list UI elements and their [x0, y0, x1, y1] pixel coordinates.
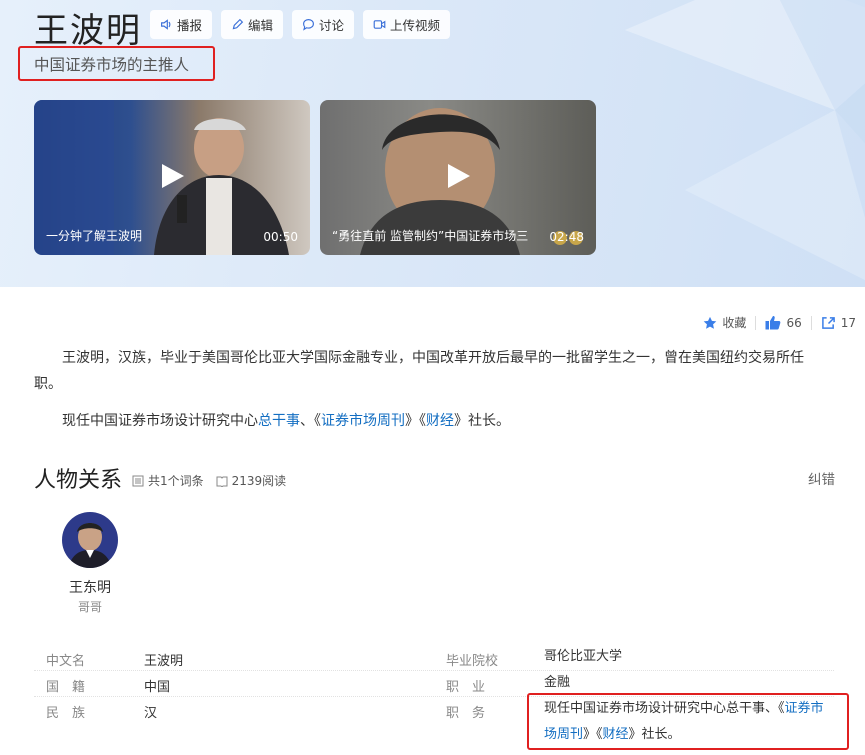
video-caption-1: 一分钟了解王波明 — [46, 229, 143, 243]
table-row: 中文名 王波明 毕业院校 哥伦比亚大学 — [34, 645, 834, 671]
broadcast-label: 播报 — [177, 18, 203, 33]
value-school-link[interactable]: 哥伦比亚大学 — [544, 644, 834, 670]
value-chinese-name: 王波明 — [144, 654, 184, 669]
edit-label: 编辑 — [248, 18, 274, 33]
like-button[interactable]: 66 — [765, 315, 802, 330]
section-meta: 共1个词条 2139阅读 — [132, 472, 286, 489]
read-count: 2139阅读 — [216, 472, 287, 489]
label-chinese-name: 中文名 — [46, 654, 86, 669]
avatar[interactable] — [62, 512, 118, 568]
favorite-button[interactable]: 收藏 — [703, 314, 746, 331]
discuss-label: 讨论 — [319, 18, 345, 33]
text-segment: 、《 — [300, 413, 321, 429]
video-card-1[interactable]: 一分钟了解王波明 00:50 — [34, 100, 310, 255]
link-securities-weekly[interactable]: 证券市场周刊 — [321, 413, 405, 429]
share-button[interactable]: 17 — [821, 316, 856, 330]
entry-count: 共1个词条 — [132, 472, 204, 489]
person-relation: 哥哥 — [77, 600, 102, 614]
divider — [810, 315, 812, 330]
position-highlight-box — [527, 693, 849, 750]
text-segment: 现任中国证券市场设计研究中心 — [62, 413, 258, 429]
page-title: 王波明 — [34, 11, 142, 51]
label-occupation: 职 业 — [446, 680, 486, 695]
text-segment: 》《 — [405, 413, 426, 429]
sound-icon — [161, 19, 171, 30]
discuss-button[interactable]: 讨论 — [292, 10, 355, 39]
share-count: 17 — [840, 315, 856, 330]
book-icon — [216, 476, 228, 487]
label-nationality: 国 籍 — [46, 680, 86, 695]
video-duration-2: 02:48 — [549, 230, 584, 244]
video-caption-2: “勇往直前 监管制约”中国证券市场三 — [332, 229, 529, 243]
play-icon — [448, 163, 470, 188]
label-ethnicity: 民 族 — [46, 706, 86, 721]
action-bar: 播报 编辑 讨论 上传视频 — [150, 10, 451, 39]
divider — [755, 315, 757, 330]
stats-bar: 收藏 66 17 — [703, 314, 856, 331]
like-count: 66 — [786, 315, 802, 330]
intro-paragraph-2: 现任中国证券市场设计研究中心总干事、《证券市场周刊》《财经》社长。 — [34, 408, 824, 434]
pencil-icon — [232, 18, 244, 30]
correct-error-link[interactable]: 纠错 — [808, 468, 835, 488]
share-icon — [821, 316, 835, 329]
section-title-relations: 人物关系 — [34, 468, 123, 493]
video-duration-1: 00:50 — [263, 230, 298, 244]
upload-video-button[interactable]: 上传视频 — [363, 10, 451, 39]
video-card-2[interactable]: “勇往直前 监管制约”中国证券市场三 02:48 — [320, 100, 596, 255]
label-school: 毕业院校 — [446, 654, 499, 669]
chat-icon — [303, 19, 314, 31]
entry-count-label: 共1个词条 — [148, 474, 204, 488]
broadcast-button[interactable]: 播报 — [150, 10, 213, 39]
link-caijing[interactable]: 财经 — [426, 413, 454, 429]
read-count-label: 2139阅读 — [231, 474, 287, 488]
intro-paragraph-1: 王波明，汉族，毕业于美国哥伦比亚大学国际金融专业，中国改革开放后最早的一批留学生… — [34, 350, 804, 392]
value-ethnicity: 汉 — [144, 706, 158, 721]
label-position: 职 务 — [446, 706, 486, 721]
play-icon — [162, 163, 184, 188]
edit-button[interactable]: 编辑 — [221, 10, 284, 39]
list-icon — [132, 475, 144, 486]
video-camera-icon — [373, 20, 386, 29]
favorite-label: 收藏 — [722, 316, 747, 330]
link-general-secretary[interactable]: 总干事 — [258, 413, 300, 429]
hero-banner: 王波明 播报 编辑 讨论 上传视频 中国证券市场的主推人 一分钟了解王波明 00… — [0, 0, 865, 287]
subtitle-highlight-box — [18, 46, 215, 81]
person-name[interactable]: 王东明 — [40, 577, 140, 597]
upload-video-label: 上传视频 — [390, 18, 441, 33]
text-segment: 》社长。 — [454, 413, 510, 429]
value-nationality-link[interactable]: 中国 — [144, 676, 170, 695]
thumbs-up-icon — [765, 316, 781, 330]
star-icon — [704, 316, 717, 329]
